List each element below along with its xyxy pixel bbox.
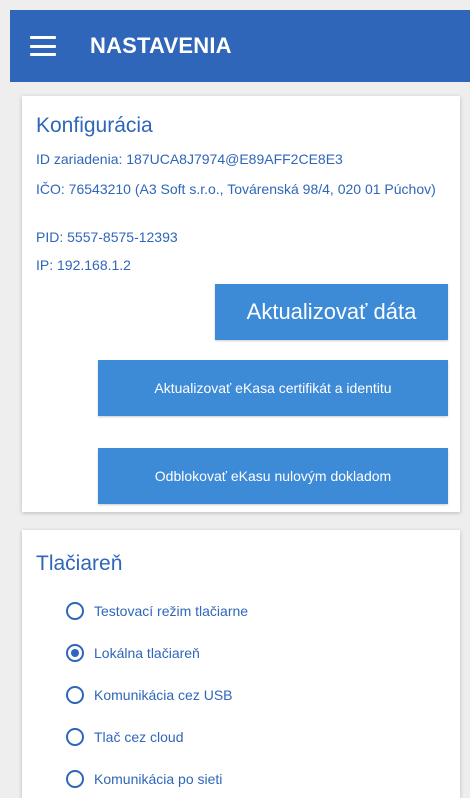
configuration-title: Konfigurácia	[36, 114, 153, 137]
app-bar: NASTAVENIA	[10, 10, 470, 82]
printer-option-cloud[interactable]: Tlač cez cloud	[66, 728, 183, 746]
printer-option-label: Lokálna tlačiareň	[94, 645, 200, 661]
printer-option-label: Tlač cez cloud	[94, 729, 184, 745]
unblock-ekasa-button[interactable]: Odblokovať eKasu nulovým dokladom	[98, 448, 448, 504]
printer-card: Tlačiareň Testovací režim tlačiarne Loká…	[22, 530, 460, 798]
ico-text: IČO: 76543210 (A3 Soft s.r.o., Továrensk…	[36, 181, 436, 197]
radio-button-icon[interactable]	[66, 686, 84, 704]
printer-option-network[interactable]: Komunikácia po sieti	[66, 770, 222, 788]
ip-text: IP: 192.168.1.2	[36, 257, 131, 273]
configuration-card: Konfigurácia ID zariadenia: 187UCA8J7974…	[22, 96, 460, 512]
printer-title: Tlačiareň	[36, 552, 123, 575]
radio-button-checked-icon[interactable]	[66, 644, 84, 662]
printer-option-label: Komunikácia po sieti	[94, 771, 223, 787]
radio-button-icon[interactable]	[66, 602, 84, 620]
pid-text: PID: 5557-8575-12393	[36, 229, 178, 245]
printer-option-local[interactable]: Lokálna tlačiareň	[66, 644, 200, 662]
radio-button-icon[interactable]	[66, 770, 84, 788]
page-title: NASTAVENIA	[90, 33, 232, 58]
hamburger-menu-icon[interactable]	[30, 36, 56, 56]
printer-option-usb[interactable]: Komunikácia cez USB	[66, 686, 233, 704]
update-data-button[interactable]: Aktualizovať dáta	[215, 284, 448, 340]
device-id-text: ID zariadenia: 187UCA8J7974@E89AFF2CE8E3	[36, 151, 343, 167]
printer-option-label: Testovací režim tlačiarne	[94, 603, 249, 619]
printer-option-test-mode[interactable]: Testovací režim tlačiarne	[66, 602, 248, 620]
radio-button-icon[interactable]	[66, 728, 84, 746]
printer-option-label: Komunikácia cez USB	[94, 687, 233, 703]
update-certificate-button[interactable]: Aktualizovať eKasa certifikát a identitu	[98, 360, 448, 416]
